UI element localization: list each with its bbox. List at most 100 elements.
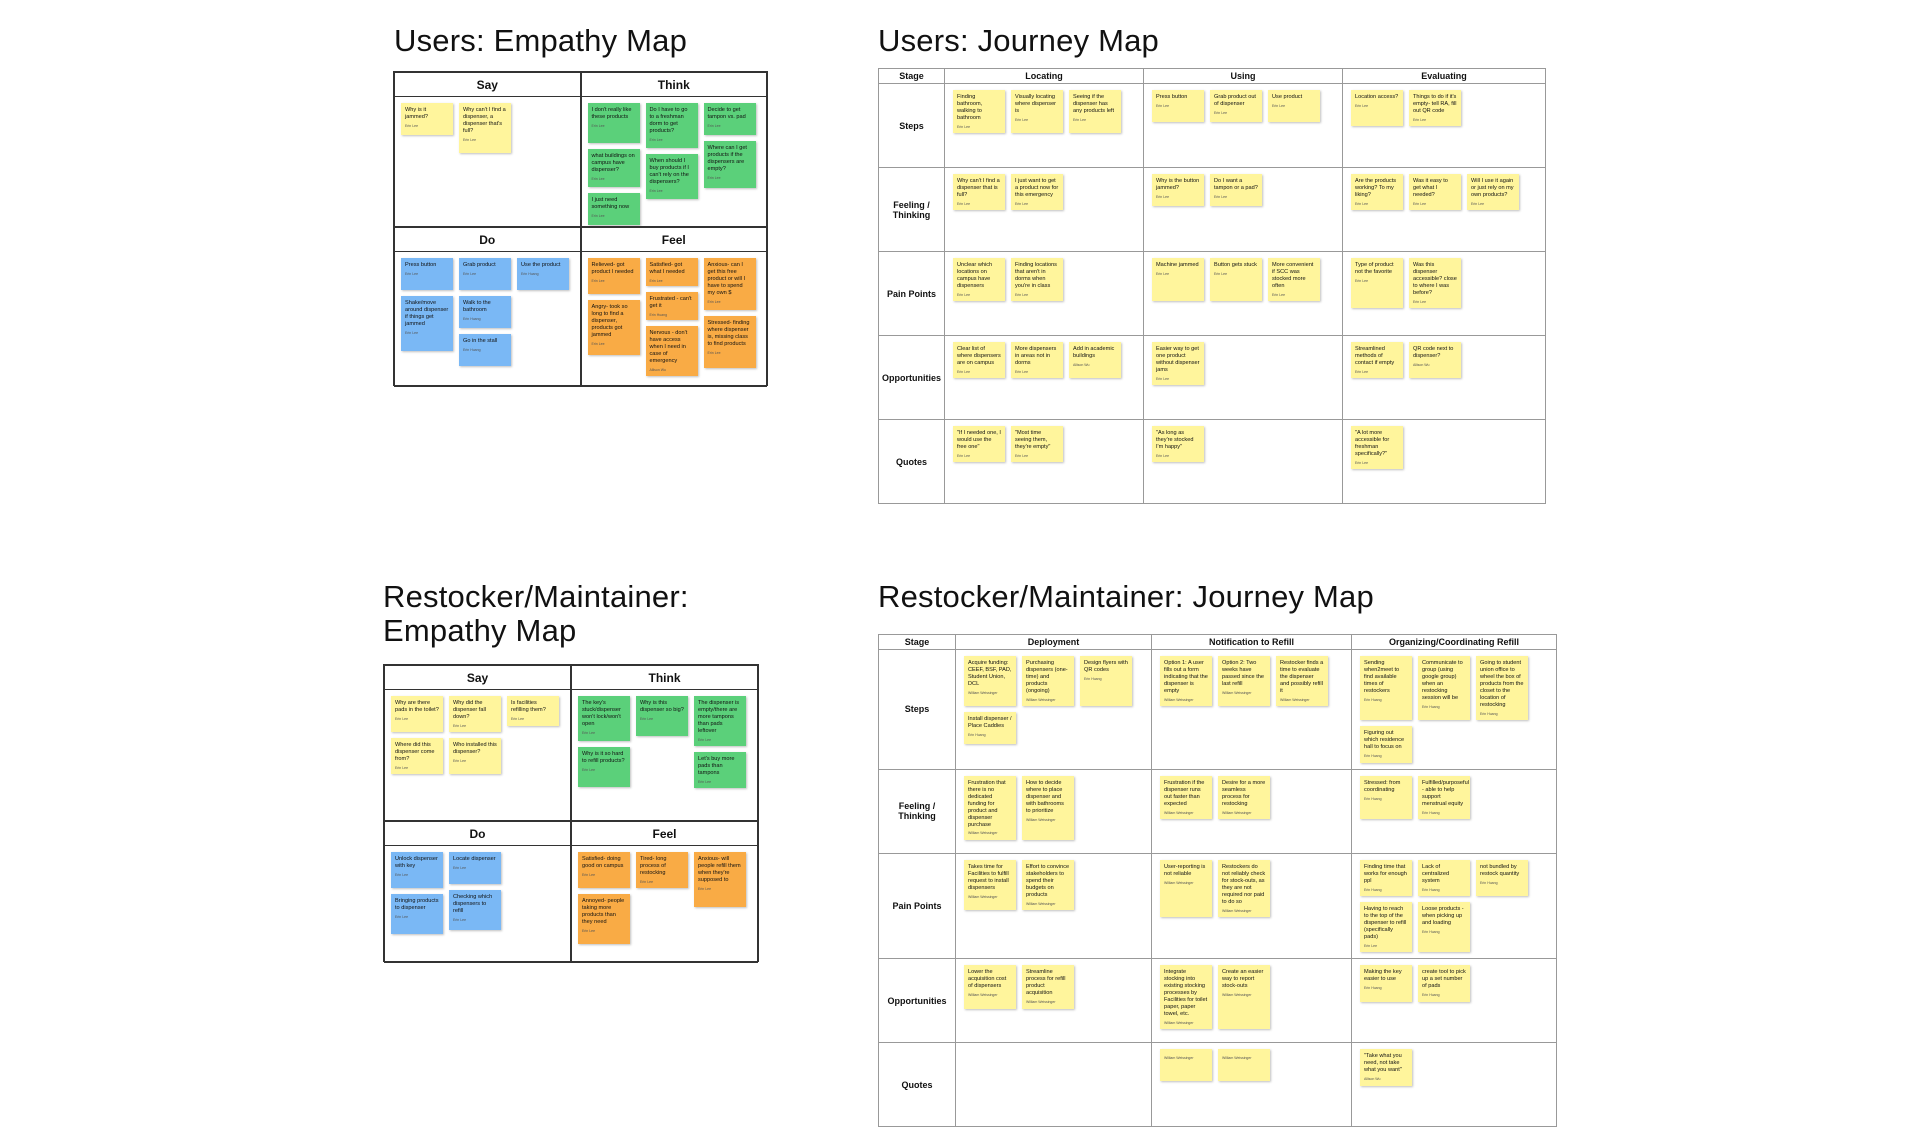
sticky-note[interactable]: Do I have to go to a freshman dorm to ge… [645,103,698,148]
sticky-note[interactable]: Type of product not the favorite Erin Lee [1351,258,1403,309]
sticky-note[interactable]: Angry- took so long to find a dispenser,… [587,300,640,355]
sticky-note[interactable]: Are the products working? To my liking? E… [1351,174,1403,211]
sticky-note[interactable]: Visually locating where dispenser is Erin… [1011,90,1063,134]
sticky-note[interactable]: Location access? Erin Lee [1351,90,1403,127]
sticky-note[interactable]: not bundled by restock quantity Erin Huan… [1476,859,1528,896]
sticky-note[interactable]: I just want to get a product now for thi… [1011,174,1063,211]
sticky-note[interactable]: "If I needed one, I would use the free o… [953,426,1005,463]
sticky-note[interactable]: Why are there pads in the toilet? Erin Le… [391,696,443,732]
sticky-note[interactable]: Unlock dispenser with key Erin Lee [391,852,443,888]
sticky-note[interactable]: Lack of centralized system Erin Huang [1418,859,1470,896]
sticky-note[interactable]: Option 2: Two weeks have passed since th… [1218,656,1270,707]
sticky-note[interactable]: Purchasing dispensers (one-time) and pro… [1022,656,1074,707]
sticky-note[interactable]: Finding bathroom, walking to bathroom Eri… [953,90,1005,134]
sticky-note[interactable]: Press button Erin Lee [1152,90,1204,122]
sticky-note[interactable]: Anxious- can I get this free product or … [703,258,756,310]
sticky-note[interactable]: "Take what you need, not take what you w… [1360,1049,1412,1086]
sticky-note[interactable]: Takes time for Facilities to fulfill req… [964,859,1016,910]
sticky-note[interactable]: I just need something now Erin Lee [587,193,640,225]
sticky-note[interactable]: Seeing if the dispenser has any products… [1069,90,1121,134]
sticky-note[interactable]: William Weissinger [1218,1049,1270,1082]
sticky-note[interactable]: Bringing products to dispenser Erin Lee [391,894,443,934]
sticky-note[interactable]: Frustration that there is no dedicated f… [964,775,1016,840]
sticky-note[interactable]: Nervous - don't have access when I need … [645,326,698,376]
sticky-note[interactable]: Why can't I find a dispenser that is ful… [953,174,1005,211]
sticky-note[interactable]: Machine jammed Erin Lee [1152,258,1204,302]
sticky-note[interactable]: Sending when2meet to find available time… [1360,656,1412,721]
sticky-note[interactable]: When should I buy products if I can't re… [645,154,698,199]
sticky-note[interactable]: Fulfilled/purposeful - able to help supp… [1418,775,1470,819]
sticky-note[interactable]: Acquire funding: CEEF, BSF, PAD, Student… [964,656,1016,707]
sticky-note[interactable]: Finding time that works for enough ppl Er… [1360,859,1412,896]
sticky-note[interactable]: Integrate stocking into existing stockin… [1160,965,1212,1030]
sticky-note[interactable]: "Most time seeing them, they're empty" Er… [1011,426,1063,463]
sticky-note[interactable]: "As long as they're stocked I'm happy" Er… [1152,426,1204,463]
sticky-note[interactable]: Frustrated - can't get it Erin Huang [645,292,698,320]
sticky-note[interactable]: Press button Erin Lee [401,258,453,290]
sticky-note[interactable]: Clear list of where dispensers are on ca… [953,342,1005,379]
sticky-note[interactable]: Unclear which locations on campus have d… [953,258,1005,302]
sticky-note[interactable]: Stressed: from coordinating Erin Huang [1360,775,1412,819]
sticky-note[interactable]: Where did this dispenser come from? Erin … [391,738,443,774]
sticky-note[interactable]: Annoyed- people taking more products tha… [578,894,630,944]
sticky-note[interactable]: Install dispenser / Place Caddies Erin Hu… [964,712,1016,745]
sticky-note[interactable]: what buildings on campus have dispenser?… [587,149,640,187]
sticky-note[interactable]: Add in academic buildings Allison Wu [1069,342,1121,379]
sticky-note[interactable]: Easier way to get one product without di… [1152,342,1204,386]
sticky-note[interactable]: Why is the button jammed? Erin Lee [1152,174,1204,206]
sticky-note[interactable]: Grab product Erin Lee [459,258,511,290]
sticky-note[interactable]: Shake/move around dispenser if things ge… [401,296,453,351]
sticky-note[interactable]: Go in the stall Erin Huang [459,334,511,366]
sticky-note[interactable]: Making the key easier to use Erin Huang [1360,965,1412,1002]
sticky-note[interactable]: Where can I get products if the dispense… [703,141,756,188]
sticky-note[interactable]: Loose products - when picking up and loa… [1418,901,1470,953]
sticky-note[interactable]: Will I use it again or just rely on my o… [1467,174,1519,211]
sticky-note[interactable]: How to decide where to place dispenser a… [1022,775,1074,840]
sticky-note[interactable]: Who installed this dispenser? Erin Lee [449,738,501,774]
sticky-note[interactable]: Stressed- finding where dispenser is, mi… [703,316,756,368]
sticky-note[interactable]: The key's stuck/dispenser won't lock/won… [578,696,630,741]
sticky-note[interactable]: create tool to pick up a set number of p… [1418,965,1470,1002]
sticky-note[interactable]: Was this dispenser accessible? close to … [1409,258,1461,309]
sticky-note[interactable]: Decide to get tampon vs. pad Erin Lee [703,103,756,135]
sticky-note[interactable]: Figuring out which residence hall to foc… [1360,726,1412,763]
sticky-note[interactable]: Do I want a tampon or a pad? Erin Lee [1210,174,1262,206]
sticky-note[interactable]: Relieved- got product I needed Erin Lee [587,258,640,294]
sticky-note[interactable]: Button gets stuck Erin Lee [1210,258,1262,302]
sticky-note[interactable]: Tired- long process of restocking Erin Le… [636,852,688,888]
sticky-note[interactable]: Finding locations that aren't in dorms w… [1011,258,1063,302]
sticky-note[interactable]: Effort to convince stakeholders to spend… [1022,859,1074,910]
sticky-note[interactable]: Why can't I find a dispenser, a dispense… [459,103,511,153]
sticky-note[interactable]: Having to reach to the top of the dispen… [1360,901,1412,953]
sticky-note[interactable]: Satisfied- doing good on campus Erin Lee [578,852,630,888]
sticky-note[interactable]: User-reporting is not reliable William We… [1160,859,1212,917]
sticky-note[interactable]: Create an easier way to report stock-out… [1218,965,1270,1030]
sticky-note[interactable]: Was it easy to get what I needed? Erin Le… [1409,174,1461,211]
sticky-note[interactable]: Option 1: A user fills out a form indica… [1160,656,1212,707]
sticky-note[interactable]: Grab product out of dispenser Erin Lee [1210,90,1262,122]
sticky-note[interactable]: The dispenser is empty/there are more ta… [694,696,746,746]
sticky-note[interactable]: Let's buy more pads than tampons Erin Lee [694,752,746,788]
sticky-note[interactable]: Design flyers with QR codes Erin Huang [1080,656,1132,707]
sticky-note[interactable]: Use the product Erin Huang [517,258,569,290]
sticky-note[interactable]: Anxious- will people refill them when th… [694,852,746,907]
sticky-note[interactable]: QR code next to dispenser? Allison Wu [1409,342,1461,379]
sticky-note[interactable]: William Weissinger [1160,1049,1212,1082]
sticky-note[interactable]: Checking which dispensers to refill Erin … [449,890,501,930]
sticky-note[interactable]: Restocker finds a time to evaluate the d… [1276,656,1328,707]
sticky-note[interactable]: Use product Erin Lee [1268,90,1320,122]
sticky-note[interactable]: Locate dispenser Erin Lee [449,852,501,884]
sticky-note[interactable]: Is facilities refilling them? Erin Lee [507,696,559,726]
sticky-note[interactable]: I don't really like these products Erin L… [587,103,640,143]
sticky-note[interactable]: Streamlined methods of contact if empty E… [1351,342,1403,379]
sticky-note[interactable]: Desire for a more seamless process for r… [1218,775,1270,819]
sticky-note[interactable]: More dispensers in areas not in dorms Eri… [1011,342,1063,379]
sticky-note[interactable]: Streamline process for refill product ac… [1022,965,1074,1009]
sticky-note[interactable]: Lower the acquisition cost of dispensers… [964,965,1016,1009]
sticky-note[interactable]: Things to do if it's empty- tell RA, fil… [1409,90,1461,127]
sticky-note[interactable]: Why is this dispenser so big? Erin Lee [636,696,688,736]
sticky-note[interactable]: "A lot more accessible for freshman spec… [1351,426,1403,470]
sticky-note[interactable]: Why did the dispenser fall down? Erin Lee [449,696,501,732]
sticky-note[interactable]: Why is it jammed? Erin Lee [401,103,453,135]
sticky-note[interactable]: Why is it so hard to refill products? Eri… [578,747,630,787]
